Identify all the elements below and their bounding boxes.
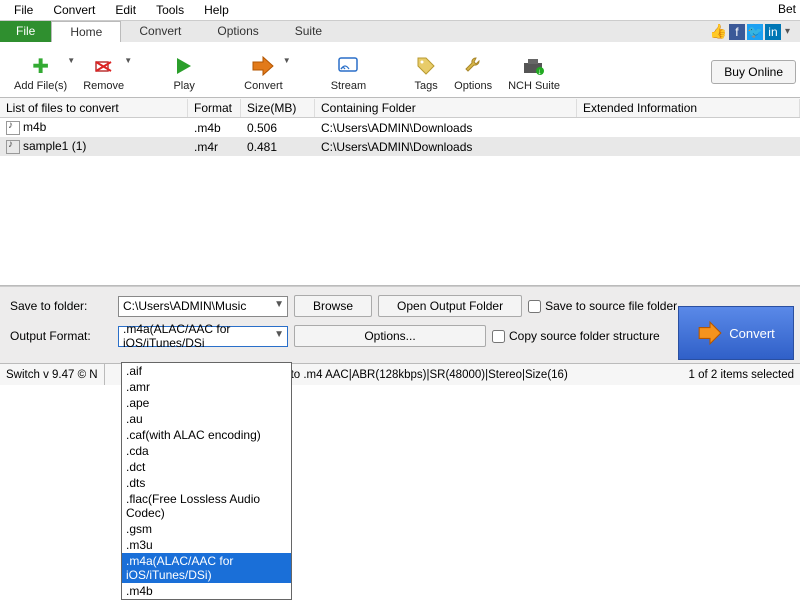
twitter-icon[interactable]: 🐦 bbox=[747, 24, 763, 40]
table-row[interactable]: m4b .m4b 0.506 C:\Users\ADMIN\Downloads bbox=[0, 118, 800, 137]
format-options-button[interactable]: Options... bbox=[294, 325, 486, 347]
tab-options[interactable]: Options bbox=[199, 21, 276, 42]
chevron-down-icon: ▼ bbox=[274, 299, 284, 310]
wrench-icon bbox=[461, 54, 485, 78]
like-icon[interactable]: 👍 bbox=[710, 23, 727, 40]
dropdown-option[interactable]: .m4a(ALAC/AAC for iOS/iTunes/DSi) bbox=[122, 553, 291, 583]
menu-convert[interactable]: Convert bbox=[43, 1, 105, 19]
convert-arrow-icon bbox=[697, 320, 723, 346]
save-to-source-checkbox[interactable]: Save to source file folder bbox=[528, 299, 677, 313]
dropdown-option[interactable]: .dts bbox=[122, 475, 291, 491]
facebook-icon[interactable]: f bbox=[729, 24, 745, 40]
file-tab[interactable]: File bbox=[0, 21, 51, 42]
linkedin-icon[interactable]: in bbox=[765, 24, 781, 40]
chevron-down-icon[interactable]: ▼ bbox=[67, 56, 75, 65]
col-extended[interactable]: Extended Information bbox=[577, 99, 800, 117]
svg-text:↓: ↓ bbox=[538, 67, 542, 76]
dropdown-option[interactable]: .m4b bbox=[122, 583, 291, 599]
nch-suite-button[interactable]: ↓ NCH Suite bbox=[500, 48, 568, 94]
col-format[interactable]: Format bbox=[188, 99, 241, 117]
convert-arrow-icon bbox=[251, 54, 275, 78]
remove-icon bbox=[92, 54, 116, 78]
browse-button[interactable]: Browse bbox=[294, 295, 372, 317]
remove-button[interactable]: Remove ▼ bbox=[75, 48, 132, 94]
menu-file[interactable]: File bbox=[4, 1, 43, 19]
save-to-folder-label: Save to folder: bbox=[8, 299, 112, 313]
social-links: 👍 f 🐦 in ▾ bbox=[710, 21, 800, 42]
dropdown-option[interactable]: .cda bbox=[122, 443, 291, 459]
status-bar: Switch v 9.47 © N to .m4 AAC|ABR(128kbps… bbox=[0, 363, 800, 385]
menu-bar: File Convert Edit Tools Help bbox=[0, 0, 800, 20]
menu-tools[interactable]: Tools bbox=[146, 1, 194, 19]
output-format-dropdown[interactable]: .aif.amr.ape.au.caf(with ALAC encoding).… bbox=[121, 362, 292, 600]
file-list[interactable]: m4b .m4b 0.506 C:\Users\ADMIN\Downloads … bbox=[0, 118, 800, 286]
convert-button[interactable]: Convert ▼ bbox=[236, 48, 291, 94]
status-selection: 1 of 2 items selected bbox=[689, 369, 794, 381]
menu-edit[interactable]: Edit bbox=[105, 1, 146, 19]
col-folder[interactable]: Containing Folder bbox=[315, 99, 577, 117]
plus-icon: ✚ bbox=[29, 54, 53, 78]
dropdown-option[interactable]: .amr bbox=[122, 379, 291, 395]
audio-file-icon bbox=[6, 140, 20, 154]
tab-suite[interactable]: Suite bbox=[277, 21, 340, 42]
status-format-info: to .m4 AAC|ABR(128kbps)|SR(48000)|Stereo… bbox=[291, 369, 568, 381]
open-output-folder-button[interactable]: Open Output Folder bbox=[378, 295, 522, 317]
tab-home[interactable]: Home bbox=[51, 21, 121, 43]
stream-button[interactable]: Stream bbox=[323, 48, 374, 94]
copy-source-structure-checkbox[interactable]: Copy source folder structure bbox=[492, 329, 660, 343]
toolbar: ✚ Add File(s) ▼ Remove ▼ Play Convert ▼ … bbox=[0, 42, 800, 98]
menu-help[interactable]: Help bbox=[194, 1, 239, 19]
stream-icon bbox=[336, 54, 360, 78]
tab-convert[interactable]: Convert bbox=[121, 21, 199, 42]
audio-file-icon bbox=[6, 121, 20, 135]
col-size[interactable]: Size(MB) bbox=[241, 99, 315, 117]
dropdown-option[interactable]: .m3u bbox=[122, 537, 291, 553]
dropdown-option[interactable]: .caf(with ALAC encoding) bbox=[122, 427, 291, 443]
chevron-down-icon[interactable]: ▼ bbox=[283, 56, 291, 65]
output-format-select[interactable]: .m4a(ALAC/AAC for iOS/iTunes/DSi▼ bbox=[118, 326, 288, 347]
col-name[interactable]: List of files to convert bbox=[0, 99, 188, 117]
grid-header: List of files to convert Format Size(MB)… bbox=[0, 98, 800, 118]
play-icon bbox=[172, 54, 196, 78]
suite-icon: ↓ bbox=[522, 54, 546, 78]
convert-main-button[interactable]: Convert bbox=[678, 306, 794, 360]
dropdown-option[interactable]: .aif bbox=[122, 363, 291, 379]
dropdown-icon[interactable]: ▾ bbox=[783, 26, 792, 37]
tag-icon bbox=[414, 54, 438, 78]
dropdown-option[interactable]: .au bbox=[122, 411, 291, 427]
tab-bar: File Home Convert Options Suite 👍 f 🐦 in… bbox=[0, 20, 800, 42]
buy-online-button[interactable]: Buy Online bbox=[711, 60, 796, 84]
dropdown-option[interactable]: .ape bbox=[122, 395, 291, 411]
dropdown-option[interactable]: .dct bbox=[122, 459, 291, 475]
tags-button[interactable]: Tags bbox=[406, 48, 446, 94]
status-version: Switch v 9.47 © N bbox=[6, 369, 98, 381]
chevron-down-icon[interactable]: ▼ bbox=[124, 56, 132, 65]
save-to-folder-input[interactable]: C:\Users\ADMIN\Music▼ bbox=[118, 296, 288, 317]
chevron-down-icon: ▼ bbox=[274, 329, 284, 340]
table-row[interactable]: sample1 (1) .m4r 0.481 C:\Users\ADMIN\Do… bbox=[0, 137, 800, 156]
beta-label: Bet bbox=[778, 2, 796, 16]
dropdown-option[interactable]: .gsm bbox=[122, 521, 291, 537]
play-button[interactable]: Play bbox=[164, 48, 204, 94]
output-format-label: Output Format: bbox=[8, 329, 112, 343]
dropdown-option[interactable]: .flac(Free Lossless Audio Codec) bbox=[122, 491, 291, 521]
add-files-button[interactable]: ✚ Add File(s) ▼ bbox=[6, 48, 75, 94]
options-button[interactable]: Options bbox=[446, 48, 500, 94]
